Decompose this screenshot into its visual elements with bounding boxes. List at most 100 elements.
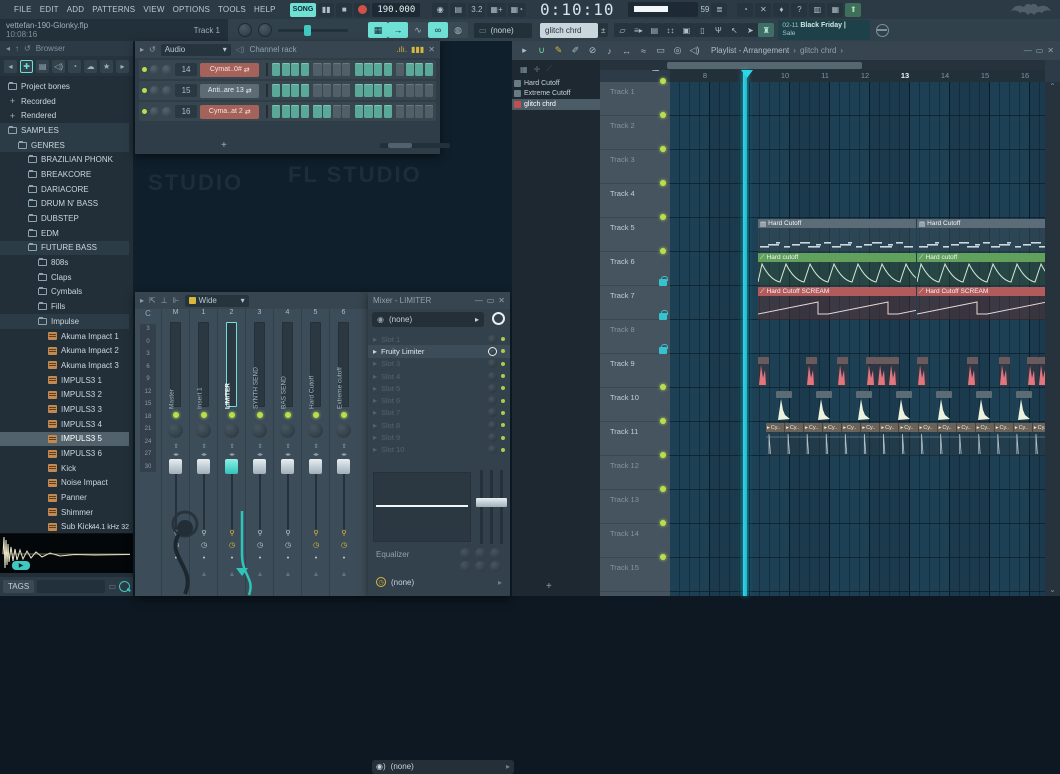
stop-button[interactable]: ■ <box>336 3 352 17</box>
cymbal-strip-clip[interactable]: ▸Cy..▸Cy..▸Cy..▸Cy..▸Cy..▸Cy..▸Cy..▸Cy..… <box>766 423 1045 456</box>
select-dot[interactable]: • <box>246 555 274 562</box>
step-13[interactable] <box>396 63 404 76</box>
cymbal-segment[interactable]: ▸Cy.. <box>823 423 842 432</box>
strip-enable-led[interactable] <box>257 412 263 418</box>
bpm-display[interactable]: 190.000 <box>372 3 420 17</box>
browser-item-akuma-impact-2[interactable]: Akuma Impact 2 <box>0 343 129 358</box>
typing-piano-icon[interactable]: ▥ <box>809 3 825 17</box>
channel-number[interactable]: 16 <box>175 105 198 118</box>
slot-mix-knob[interactable] <box>488 372 497 381</box>
midi-device-selector[interactable]: ▭ (none) <box>474 23 532 38</box>
slot-mix-knob[interactable] <box>488 421 497 430</box>
maximize-icon[interactable]: ▭ <box>487 296 495 305</box>
step-12[interactable] <box>384 63 392 76</box>
browser-item-impuls3-6[interactable]: IMPULS3 6 <box>0 446 129 461</box>
cymbal-segment[interactable]: ▸Cy.. <box>976 423 995 432</box>
audio-hit-clip[interactable] <box>1016 391 1036 421</box>
fx-mini-fader-1[interactable] <box>480 470 483 544</box>
midi-keyboard-icon[interactable]: ▦ <box>827 3 843 17</box>
record-arm-icon[interactable]: ◷ <box>274 541 302 549</box>
piano-icon[interactable]: ▦ <box>520 65 528 74</box>
step-7[interactable] <box>333 84 341 97</box>
browser-item-impuls3-1[interactable]: IMPULS3 1 <box>0 373 129 388</box>
cymbal-segment[interactable]: ▸Cy.. <box>785 423 804 432</box>
channel-pan-knob[interactable] <box>150 86 159 96</box>
stereo-sep-icon[interactable]: ⇕ <box>330 443 358 450</box>
browser-item-impulse[interactable]: Impulse <box>0 314 129 329</box>
strip-pan-knob[interactable] <box>308 423 323 438</box>
master-pitch-slider[interactable] <box>278 29 348 32</box>
track-header-12[interactable]: Track 12 <box>600 456 670 490</box>
step-edit-toggle[interactable]: → <box>388 22 408 38</box>
slot-enable-led[interactable] <box>501 436 505 440</box>
typing-keyboard-icon[interactable]: ▤ <box>450 3 466 17</box>
slot-mix-knob[interactable] <box>488 359 497 368</box>
step-2[interactable] <box>282 63 290 76</box>
pan-arrows-icon[interactable]: ◂▸ <box>162 451 190 458</box>
stereo-sep-icon[interactable]: ⇕ <box>218 443 246 450</box>
stereo-sep-icon[interactable]: ⇕ <box>246 443 274 450</box>
menu-add[interactable]: ADD <box>63 5 89 14</box>
browser-item-dariacore[interactable]: DARIACORE <box>0 182 129 197</box>
route-arrow-icon[interactable]: ▲ <box>218 571 246 578</box>
browser-item-recorded[interactable]: +Recorded <box>0 94 129 109</box>
step-12[interactable] <box>384 105 392 118</box>
pattern-clip[interactable]: ▤Hard Cutoff <box>758 219 916 252</box>
channel-button[interactable]: Anti..are 13 ⇄ <box>200 84 259 98</box>
track-led[interactable] <box>660 452 666 458</box>
track-header-15[interactable]: Track 15 <box>600 558 670 592</box>
select-dot[interactable]: • <box>274 555 302 562</box>
zoom-icon[interactable]: ◎ <box>671 45 684 56</box>
slot-mix-knob[interactable] <box>488 347 497 356</box>
track-header-1[interactable]: Track 1 <box>600 82 670 116</box>
slot-mix-knob[interactable] <box>488 408 497 417</box>
main-pitch-knob[interactable] <box>258 23 272 37</box>
menu-view[interactable]: VIEW <box>139 5 168 14</box>
eq-knob-6[interactable] <box>490 561 501 572</box>
slide-notes-toggle[interactable]: ∿ <box>408 22 428 38</box>
track-header-14[interactable]: Track 14 <box>600 524 670 558</box>
cymbal-segment[interactable]: ▸Cy.. <box>1014 423 1033 432</box>
step-12[interactable] <box>384 84 392 97</box>
browser-item-project-bones[interactable]: Project bones <box>0 79 129 94</box>
slot-enable-led[interactable] <box>501 362 505 366</box>
mixer-layout-dropdown[interactable]: Wide▾ <box>185 295 249 307</box>
marquee-select-icon[interactable]: ▭ <box>654 45 667 56</box>
step-9[interactable] <box>355 84 363 97</box>
track-led[interactable] <box>660 112 666 118</box>
eq-knob-3[interactable] <box>490 548 501 559</box>
step-3[interactable] <box>291 63 299 76</box>
cymbal-segment[interactable]: ▸Cy.. <box>766 423 785 432</box>
channel-volume-knob[interactable] <box>162 107 171 117</box>
output-row[interactable]: ◉) (none)▸ <box>372 760 514 774</box>
browser-item-shimmer[interactable]: Shimmer <box>0 505 129 520</box>
strip-pan-knob[interactable] <box>224 423 239 438</box>
pan-arrows-icon[interactable]: ◂▸ <box>246 451 274 458</box>
browser-item-akuma-impact-3[interactable]: Akuma Impact 3 <box>0 358 129 373</box>
close-icon[interactable]: ✕ <box>1047 46 1054 55</box>
step-11[interactable] <box>374 84 382 97</box>
menu-edit[interactable]: EDIT <box>36 5 63 14</box>
send-time-row[interactable]: ◷ (none)▸ <box>372 575 506 589</box>
route-arrow-icon[interactable]: ▲ <box>330 571 358 578</box>
step-16[interactable] <box>425 63 433 76</box>
track-header-2[interactable]: Track 2 <box>600 116 670 150</box>
pan-arrows-icon[interactable]: ◂▸ <box>330 451 358 458</box>
step-5[interactable] <box>313 105 321 118</box>
pattern-selector[interactable]: glitch chrd <box>540 23 598 38</box>
browser-item-808s[interactable]: 808s <box>0 255 129 270</box>
chevron-right[interactable]: ▸ <box>116 60 129 73</box>
track-led[interactable] <box>660 486 666 492</box>
eq-knob-4[interactable] <box>460 561 471 572</box>
fx-slot-1[interactable]: ▸Slot 1 <box>368 333 510 345</box>
step-4[interactable] <box>301 105 309 118</box>
automation-clip[interactable]: ⟋Hard Cutoff SCREAM <box>917 287 1045 320</box>
playlist-ruler[interactable]: 8910111213141516 <box>670 70 1045 82</box>
plugin-plug-icon[interactable]: ⚲ <box>246 529 274 537</box>
track-led[interactable] <box>660 418 666 424</box>
audio-hit-clip[interactable] <box>816 391 836 421</box>
channel-number[interactable]: 15 <box>175 84 198 97</box>
audio-hit-clip[interactable] <box>837 357 848 386</box>
select-dot[interactable]: • <box>162 555 190 562</box>
strip-enable-led[interactable] <box>341 412 347 418</box>
